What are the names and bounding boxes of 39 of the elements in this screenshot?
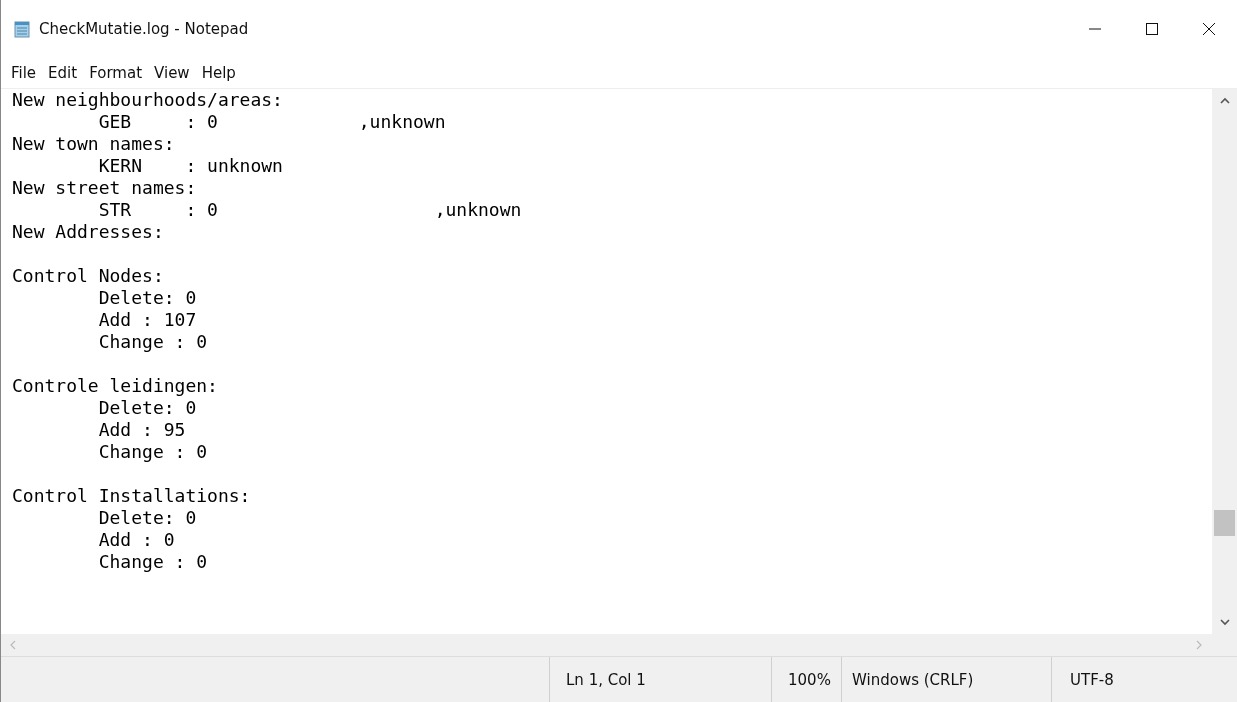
text-line: New Addresses:	[12, 221, 164, 243]
menu-item[interactable]: Edit	[42, 62, 84, 84]
text-line: Delete: 0	[97, 507, 197, 529]
horizontal-scrollbar[interactable]	[1, 634, 1237, 656]
text-line: Add : 95	[97, 419, 186, 441]
line-endings: Windows (CRLF)	[841, 657, 1051, 702]
text-line: New street names:	[12, 177, 197, 199]
menu-item[interactable]: Format	[83, 62, 149, 84]
scroll-down-icon[interactable]	[1219, 618, 1230, 626]
text-line: Change : 0	[97, 331, 208, 353]
window-title: CheckMutatie.log - Notepad	[39, 20, 249, 38]
text-line: Delete: 0	[97, 397, 197, 419]
text-line: New neighbourhoods/areas:	[12, 89, 283, 111]
text-line: KERN : unknown	[97, 155, 283, 177]
scroll-right-icon[interactable]	[1195, 640, 1203, 650]
maximize-icon	[1144, 22, 1159, 36]
text-line: Add : 0	[97, 529, 175, 551]
text-line: Controle leidingen:	[12, 375, 218, 397]
text-line: STR : 0 ,unknown	[97, 199, 522, 221]
notepad-icon	[13, 20, 31, 38]
text-line: New town names:	[12, 133, 175, 155]
encoding: UTF-8	[1051, 657, 1191, 702]
text-line: GEB : 0 ,unknown	[97, 111, 446, 133]
scroll-left-icon[interactable]	[9, 640, 17, 650]
text-line: Change : 0	[97, 441, 208, 463]
menu-item[interactable]: Help	[195, 62, 242, 84]
menu-item[interactable]: View	[148, 62, 196, 84]
close-icon	[1201, 22, 1216, 36]
text-line: Delete: 0	[97, 287, 197, 309]
scroll-up-icon[interactable]	[1219, 97, 1230, 105]
text-line: Change : 0	[97, 551, 208, 573]
vertical-scrollbar[interactable]	[1212, 89, 1237, 634]
scroll-thumb[interactable]	[1214, 510, 1235, 536]
text-line: Add : 107	[97, 309, 197, 331]
cursor-position: Ln 1, Col 1	[549, 657, 771, 702]
menu-item[interactable]: File	[5, 62, 43, 84]
text-line: Control Installations:	[12, 485, 251, 507]
text-line: Control Nodes:	[12, 265, 164, 287]
zoom-level: 100%	[771, 657, 841, 702]
